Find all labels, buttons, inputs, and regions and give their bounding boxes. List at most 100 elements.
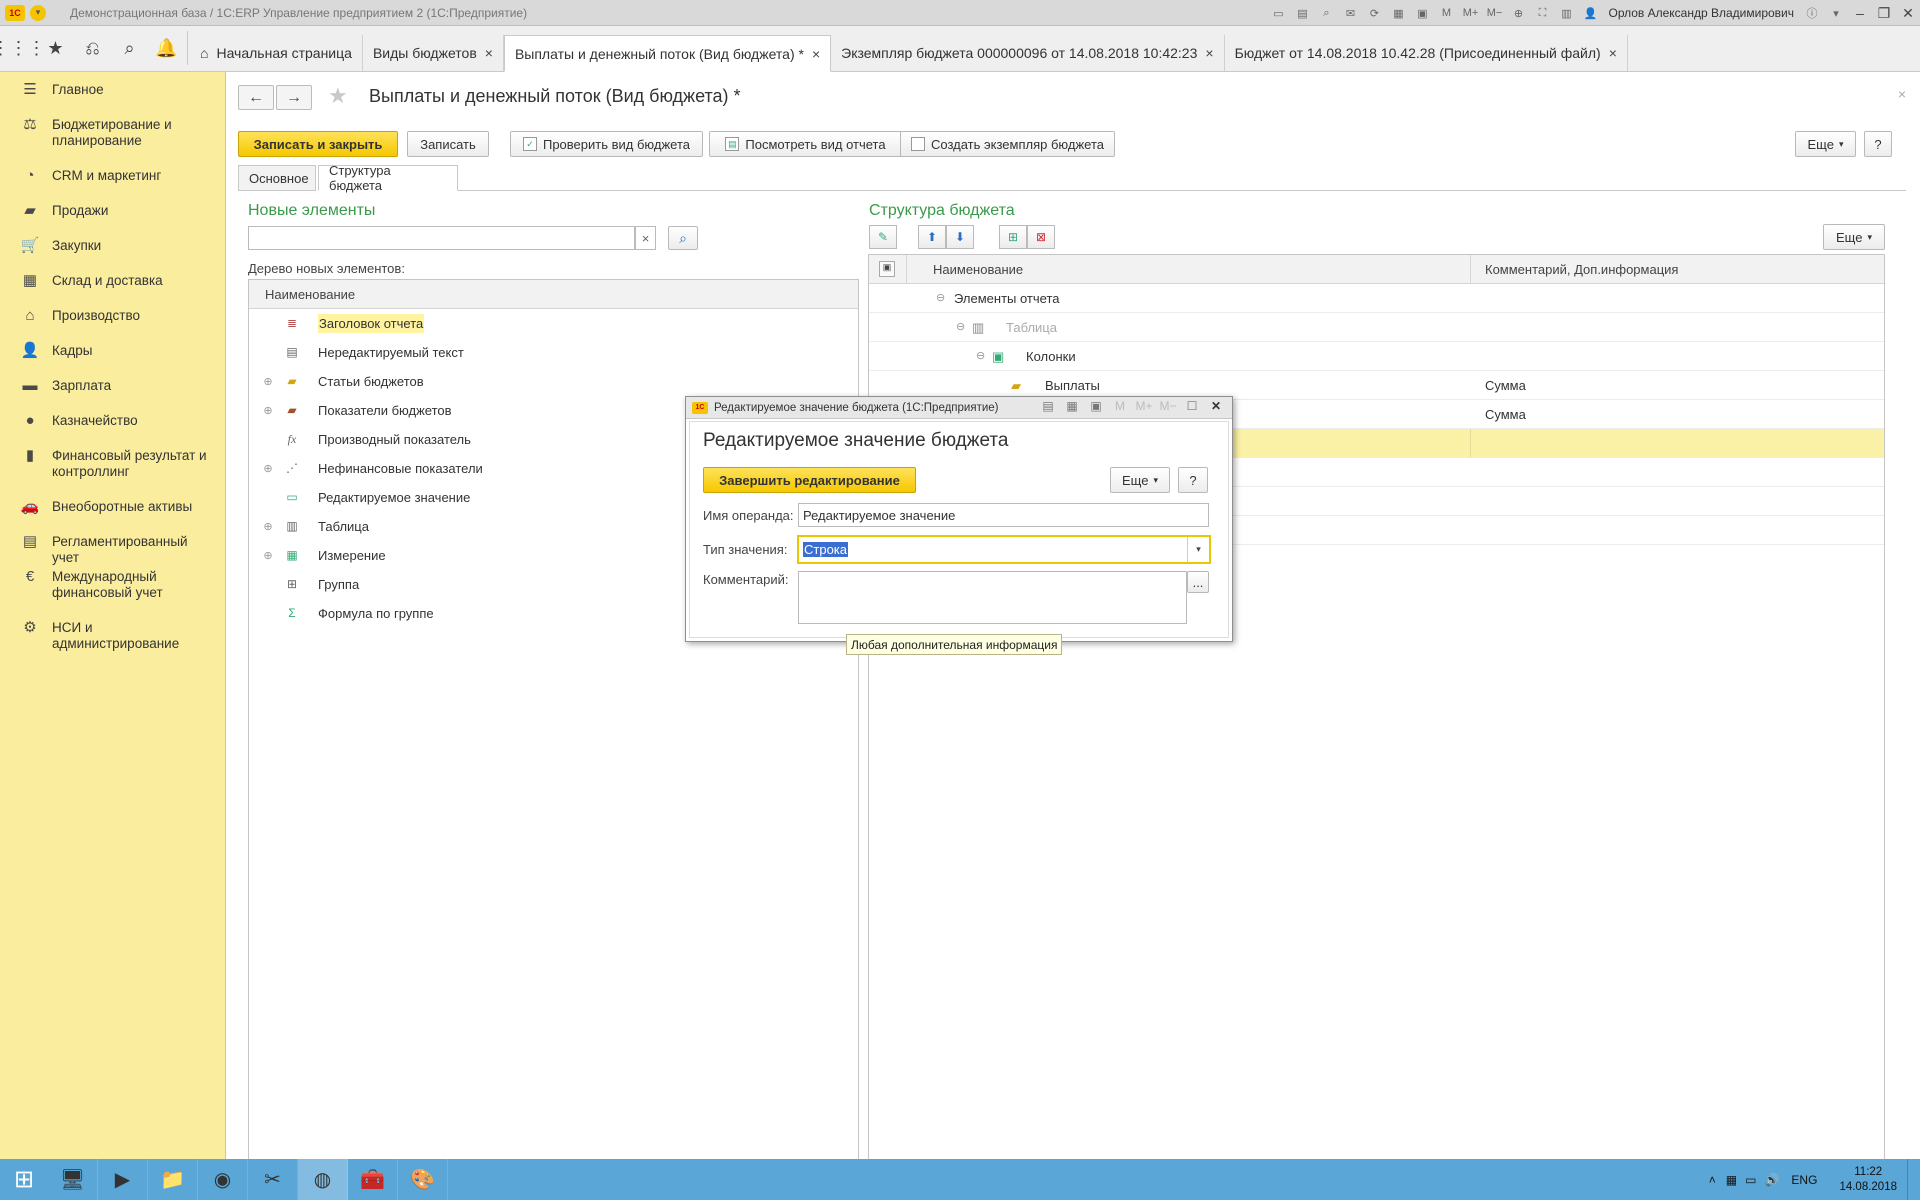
more-button[interactable]: Еще ▾ (1795, 131, 1856, 157)
comment-edit-button[interactable]: ... (1187, 571, 1209, 593)
sidebar-item-production[interactable]: ⌂ Производство (0, 308, 150, 324)
dialog-more-button[interactable]: Еще ▾ (1110, 467, 1170, 493)
tray-expand-icon[interactable]: ˄ (1709, 1173, 1716, 1187)
tab-home[interactable]: ⌂ Начальная страница (190, 35, 363, 71)
grid-row[interactable]: ⊖ ▥ Таблица (869, 313, 1884, 342)
calendar-icon[interactable]: ▣ (1084, 399, 1108, 413)
search-button[interactable]: ⌕ (668, 226, 698, 250)
expand-icon[interactable]: ⊕ (262, 404, 274, 417)
info-icon[interactable]: ⓘ (1802, 4, 1822, 22)
edit-button[interactable]: ✎ (869, 225, 897, 249)
volume-icon[interactable]: 🔊 (1764, 1173, 1779, 1187)
help-button[interactable]: ? (1864, 131, 1892, 157)
grid-row[interactable]: ⊖ ▣ Колонки (869, 342, 1884, 371)
sidebar-item-purchases[interactable]: 🛒 Закупки (0, 238, 111, 254)
sidebar-item-sales[interactable]: ▰ Продажи (0, 203, 118, 219)
tab-budget-type-form[interactable]: Выплаты и денежный поток (Вид бюджета) *… (503, 35, 832, 72)
zoom-icon[interactable]: ⊕ (1508, 4, 1528, 22)
collapse-icon[interactable]: ⊖ (976, 349, 985, 362)
sidebar-item-main[interactable]: ☰ Главное (0, 82, 114, 98)
powershell-icon[interactable]: ▶ (98, 1159, 148, 1200)
back-button[interactable]: ← (238, 85, 274, 110)
create-instance-button[interactable]: Создать экземпляр бюджета (900, 131, 1115, 157)
memory-plus-icon[interactable]: M+ (1132, 399, 1156, 413)
battery-icon[interactable]: ▭ (1745, 1173, 1756, 1187)
clock[interactable]: 11:22 14.08.2018 (1839, 1165, 1897, 1195)
save-button[interactable]: Записать (407, 131, 489, 157)
print-icon[interactable]: ▤ (1292, 4, 1312, 22)
sidebar-item-ifrs[interactable]: € Международный финансовый учет (0, 569, 225, 601)
memory-plus-icon[interactable]: M+ (1460, 4, 1480, 22)
history-clock-icon[interactable]: ⎌ (74, 25, 111, 71)
search-icon[interactable]: ⌕ (111, 25, 148, 71)
comment-field[interactable] (798, 571, 1187, 624)
close-tab-icon[interactable]: × (1609, 45, 1617, 61)
check-budget-type-button[interactable]: ✓ Проверить вид бюджета (510, 131, 703, 157)
operand-name-field[interactable]: Редактируемое значение (798, 503, 1209, 527)
sections-grid-icon[interactable]: ⋮⋮⋮ (0, 25, 46, 71)
panels-icon[interactable]: ▥ (1556, 4, 1576, 22)
add-element-button[interactable]: ⊞ (999, 225, 1027, 249)
minimize-icon[interactable]: – (1848, 3, 1872, 23)
dialog-help-button[interactable]: ? (1178, 467, 1208, 493)
toolbox-icon[interactable]: 🧰 (348, 1159, 398, 1200)
settings-dropdown-icon[interactable]: ▾ (1826, 4, 1846, 22)
tab-budget-instance[interactable]: Экземпляр бюджета 000000096 от 14.08.201… (831, 35, 1225, 71)
server-manager-icon[interactable]: 🖥 (48, 1159, 98, 1200)
memory-m-icon[interactable]: M (1108, 399, 1132, 413)
close-tab-icon[interactable]: × (485, 45, 493, 61)
calculator-icon[interactable]: ▦ (1388, 4, 1408, 22)
close-tab-icon[interactable]: × (812, 46, 820, 62)
collapse-icon[interactable]: ⊖ (956, 320, 965, 333)
memory-minus-icon[interactable]: M− (1156, 399, 1180, 413)
sidebar-item-crm[interactable]: ◔ CRM и маркетинг (0, 168, 171, 184)
close-window-icon[interactable]: ✕ (1896, 3, 1920, 23)
value-type-select[interactable]: Строка ▾ (797, 535, 1211, 564)
save-and-close-button[interactable]: Записать и закрыть (238, 131, 398, 157)
favorites-star-icon[interactable]: ★ (37, 25, 74, 71)
maximize-icon[interactable]: ☐ (1180, 399, 1204, 413)
column-header-comment[interactable]: Комментарий, Доп.информация (1485, 262, 1678, 277)
windows-start-icon[interactable]: ⊞ (0, 1159, 48, 1200)
expand-icon[interactable]: ⊕ (262, 375, 274, 388)
notifications-bell-icon[interactable]: 🔔 (148, 25, 185, 71)
fullscreen-icon[interactable]: ⛶ (1532, 4, 1552, 22)
move-up-button[interactable]: ⬆ (918, 225, 946, 249)
favorite-star-icon[interactable]: ★ (328, 83, 348, 109)
collapse-icon[interactable]: ⊖ (936, 291, 945, 304)
tab-basic[interactable]: Основное (238, 165, 316, 191)
sidebar-item-fixed-assets[interactable]: 🚗 Внеоборотные активы (0, 499, 202, 515)
structure-more-button[interactable]: Еще ▾ (1823, 224, 1885, 250)
onec-app-icon[interactable]: ◍ (298, 1159, 348, 1200)
memory-m-icon[interactable]: M (1436, 4, 1456, 22)
grid-row[interactable]: ⊖ Элементы отчета (869, 284, 1884, 313)
sidebar-item-budgeting[interactable]: ⚖ Бюджетирование и планирование (0, 117, 225, 149)
sidebar-item-regulated-accounting[interactable]: ▤ Регламентированный учет (0, 534, 225, 566)
delete-element-button[interactable]: ⊠ (1027, 225, 1055, 249)
network-icon[interactable]: ▦ (1726, 1173, 1737, 1187)
close-dialog-icon[interactable]: ✕ (1204, 399, 1228, 413)
close-tab-icon[interactable]: × (1205, 45, 1213, 61)
tab-attached-file[interactable]: Бюджет от 14.08.2018 10.42.28 (Присоедин… (1225, 35, 1628, 71)
chrome-icon[interactable]: ◉ (198, 1159, 248, 1200)
memory-minus-icon[interactable]: M− (1484, 4, 1504, 22)
sidebar-item-warehouse[interactable]: ▦ Склад и доставка (0, 273, 173, 289)
search-input[interactable] (248, 226, 635, 250)
sidebar-item-treasury[interactable]: ● Казначейство (0, 413, 148, 429)
tree-item-report-header[interactable]: ≣ Заголовок отчета (249, 309, 858, 338)
save-icon[interactable]: ▭ (1268, 4, 1288, 22)
column-header-name[interactable]: Наименование (265, 287, 355, 302)
tools-icon[interactable]: ✂ (248, 1159, 298, 1200)
tab-budget-types[interactable]: Виды бюджетов × (363, 35, 504, 71)
main-menu-icon[interactable]: ▾ (30, 4, 46, 21)
tree-item-budget-articles[interactable]: ⊕ ▰ Статьи бюджетов (249, 367, 858, 396)
finish-editing-button[interactable]: Завершить редактирование (703, 467, 916, 493)
tab-budget-structure[interactable]: Структура бюджета (318, 163, 458, 193)
close-form-icon[interactable]: × (1898, 86, 1906, 102)
expand-icon[interactable]: ⊕ (262, 520, 274, 533)
calendar-icon[interactable]: ▣ (1412, 4, 1432, 22)
view-report-button[interactable]: ▤ Посмотреть вид отчета (709, 131, 902, 157)
current-user[interactable]: Орлов Александр Владимирович (1608, 6, 1794, 20)
tree-item-static-text[interactable]: ▤ Нередактируемый текст (249, 338, 858, 367)
clear-search-button[interactable]: × (635, 226, 656, 250)
